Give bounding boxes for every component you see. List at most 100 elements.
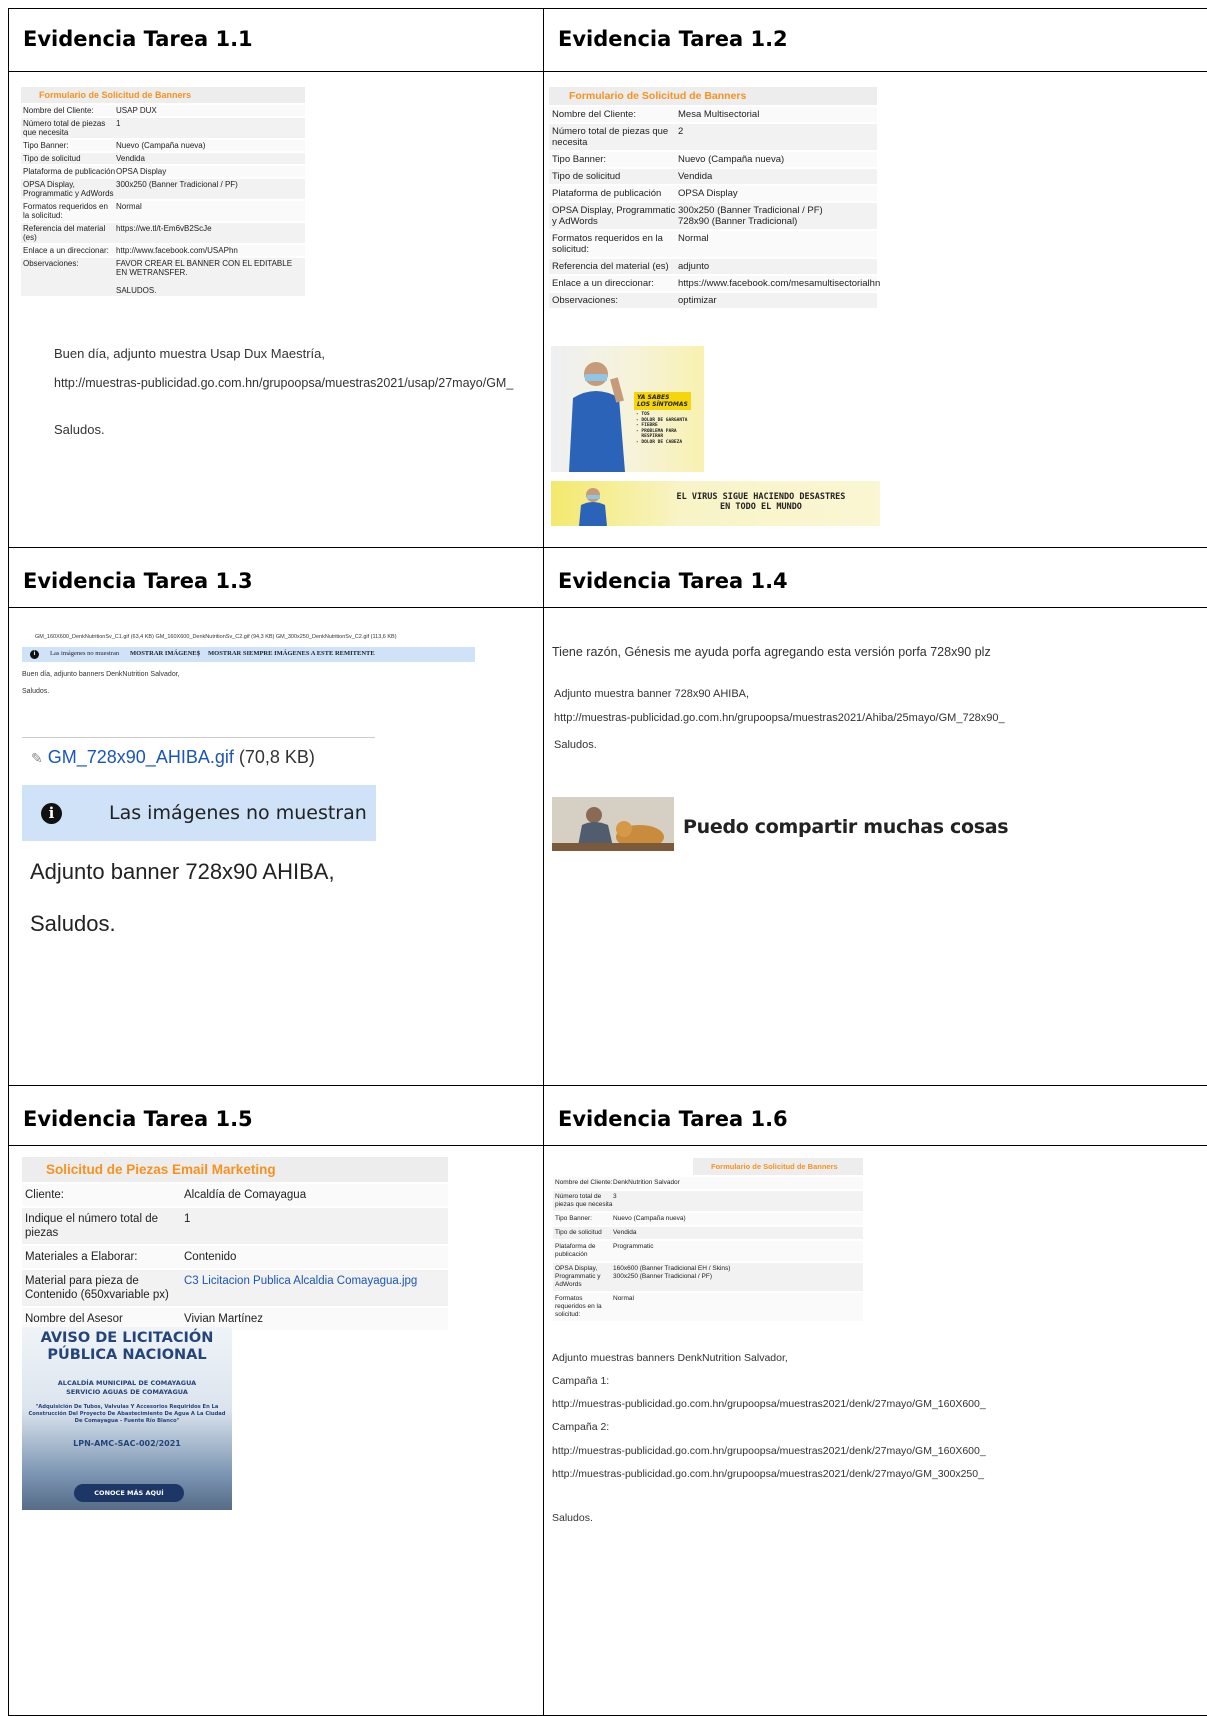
form-field-value: Programmatic <box>613 1243 654 1250</box>
row-divider <box>9 71 1207 72</box>
form-title: Formulario de Solicitud de Banners <box>693 1158 863 1175</box>
banner-text: EL VIRUS SIGUE HACIENDO DESASTRES EN TOD… <box>676 492 846 512</box>
cell-heading: Evidencia Tarea 1.4 <box>558 569 788 593</box>
attachment-link[interactable]: ✎ GM_728x90_AHIBA.gif (70,8 KB) <box>31 747 315 768</box>
form-row: Formatos requeridos en la solicitud: Norm… <box>549 229 877 257</box>
form-field-label: Referencia del material (es) <box>552 261 669 272</box>
form-field-value: optimizar <box>678 295 717 306</box>
form-field-label: Número total de piezas que necesita <box>552 126 669 148</box>
sample-link[interactable]: http://muestras-publicidad.go.com.hn/gru… <box>552 1398 986 1410</box>
images-hidden-bar: i Las imágenes no muestran MOSTRAR IMÁGE… <box>22 647 475 662</box>
form-field-value: Normal <box>116 202 142 211</box>
form-field-label: Enlace a un direccionar: <box>23 246 109 255</box>
form-field-value: Nuevo (Campaña nueva) <box>613 1215 686 1222</box>
form-field-label: Referencia del material (es) <box>23 224 106 242</box>
form-field-value: Contenido <box>184 1251 237 1263</box>
form-row: Plataforma de publicación OPSA Display <box>549 184 877 201</box>
form-field-value: 1 <box>116 119 121 128</box>
form-field-value: https://we.tl/t-Em6vB2ScJe <box>116 224 212 233</box>
form-title: Formulario de Solicitud de Banners <box>549 87 877 105</box>
divider <box>22 737 375 738</box>
form-row: Indique el número total de piezas 1 <box>22 1206 448 1244</box>
reply-text: Tiene razón, Génesis me ayuda porfa agre… <box>552 645 991 659</box>
cell-heading: Evidencia Tarea 1.6 <box>558 1107 788 1131</box>
message-text: Adjunto muestra banner 728x90 AHIBA, <box>554 688 750 700</box>
form-field-value: 160x600 (Banner Tradicional EH / Skins) … <box>613 1265 731 1280</box>
form-row: Plataforma de publicación Programmatic <box>553 1239 863 1261</box>
form-field-label: OPSA Display, Programmatic y AdWords <box>552 205 676 227</box>
closing-text: Saludos. <box>22 688 50 695</box>
conoce-mas-button[interactable]: CONOCE MÁS AQUÍ <box>74 1484 184 1502</box>
form-field-value: Vivian Martínez <box>184 1313 264 1325</box>
closing-text: Saludos. <box>30 911 116 936</box>
heading-cell: Evidencia Tarea 1.5 <box>9 1085 543 1145</box>
form-row: Número total de piezas que necesita 2 <box>549 122 877 150</box>
closing-text: Saludos. <box>552 1512 593 1524</box>
form-field-value: 3 <box>613 1193 617 1200</box>
form-row: Observaciones: FAVOR CREAR EL BANNER CON … <box>21 256 305 296</box>
show-images-link[interactable]: MOSTRAR IMÁGENES <box>130 650 200 657</box>
form-field-value: Normal <box>678 233 709 244</box>
form-row: OPSA Display, Programmatic y AdWords 160x… <box>553 1261 863 1291</box>
form-row: Tipo de solicitud Vendida <box>553 1225 863 1239</box>
form-title: Formulario de Solicitud de Banners <box>21 87 305 103</box>
message-text: Buen día, adjunto muestra Usap Dux Maest… <box>54 346 325 361</box>
banner-request-form: Formulario de Solicitud de Banners Nombr… <box>549 87 880 308</box>
cell-heading: Evidencia Tarea 1.5 <box>23 1107 253 1131</box>
dog-banner-image <box>552 797 674 851</box>
form-field-value: DenkNutrition Salvador <box>613 1179 680 1186</box>
form-title: Solicitud de Piezas Email Marketing <box>22 1157 448 1182</box>
attachment-name: GM_728x90_AHIBA.gif <box>47 747 234 767</box>
form-field-label: Formatos requeridos en la solicitud: <box>552 233 663 255</box>
form-field-value: Nuevo (Campaña nueva) <box>116 141 206 150</box>
poster-body: "Adquisición De Tubos, Valvulas Y Acceso… <box>28 1404 226 1424</box>
form-field-label: Materiales a Elaborar: <box>25 1251 138 1263</box>
covid-banner-728x90: EL VIRUS SIGUE HACIENDO DESASTRES EN TOD… <box>551 481 880 526</box>
form-field-label: Nombre del Cliente: <box>23 106 94 115</box>
form-row: OPSA Display, Programmatic y AdWords 300x… <box>21 177 305 199</box>
poster-subtitle: ALCALDÍA MUNICIPAL DE COMAYAGUA SERVICIO… <box>57 1379 197 1396</box>
form-field-value: C3 Licitacion Publica Alcaldia Comayagua… <box>184 1275 418 1287</box>
cell-heading: Evidencia Tarea 1.1 <box>23 27 253 51</box>
message-text: Adjunto banner 728x90 AHIBA, <box>30 859 335 884</box>
form-row: Tipo Banner: Nuevo (Campaña nueva) <box>21 138 305 151</box>
form-field-label: Tipo de solicitud <box>552 171 621 182</box>
symptoms-list: - TOS - DOLOR DE GARGANTA - FIEBRE - PRO… <box>636 412 688 445</box>
info-icon: i <box>30 650 39 659</box>
form-field-value: Normal <box>613 1295 634 1302</box>
form-row: OPSA Display, Programmatic y AdWords 300x… <box>549 201 877 229</box>
always-show-images-link[interactable]: MOSTRAR SIEMPRE IMÁGENES A ESTE REMITENT… <box>208 650 375 657</box>
sample-link[interactable]: http://muestras-publicidad.go.com.hn/gru… <box>552 1468 984 1480</box>
bar-separator: | <box>198 650 200 657</box>
form-row: Materiales a Elaborar: Contenido <box>22 1244 448 1268</box>
attachments-line[interactable]: GM_160X600_DenkNutritionSv_C1.gif (63,4 … <box>35 634 397 640</box>
form-field-label: Indique el número total de piezas <box>25 1213 158 1239</box>
form-field-value: Nuevo (Campaña nueva) <box>678 154 785 165</box>
form-row: Formatos requeridos en la solicitud: Norm… <box>553 1291 863 1321</box>
attachment-size: (70,8 KB) <box>238 747 315 767</box>
heading-cell: Evidencia Tarea 1.3 <box>9 547 543 607</box>
form-field-value: 300x250 (Banner Tradicional / PF) <box>116 180 238 189</box>
form-field-value: 2 <box>678 126 684 137</box>
form-field-label: Tipo de solicitud <box>23 154 81 163</box>
form-row: Plataforma de publicación OPSA Display <box>21 164 305 177</box>
sample-link[interactable]: http://muestras-publicidad.go.com.hn/gru… <box>54 376 513 390</box>
form-field-label: Cliente: <box>25 1189 64 1201</box>
bar-text: Las imágenes no muestran <box>109 802 367 824</box>
heading-cell: Evidencia Tarea 1.2 <box>544 9 1207 71</box>
form-row: Nombre del Cliente: Mesa Multisectorial <box>549 105 877 122</box>
poster-title: AVISO DE LICITACIÓN PÚBLICA NACIONAL <box>40 1330 214 1363</box>
message-text: Buen día, adjunto banners DenkNutrition … <box>22 671 180 678</box>
form-field-label: Nombre del Asesor <box>25 1313 123 1325</box>
campaign-label: Campaña 1: <box>552 1375 610 1387</box>
form-field-label: Nombre del Cliente: <box>552 109 636 120</box>
row-divider <box>9 607 1207 608</box>
covid-banner-300x250: YA SABES LOS SÍNTOMAS - TOS - DOLOR DE G… <box>551 346 704 472</box>
man-with-mask-illustration <box>579 488 607 526</box>
form-row: Tipo de solicitud Vendida <box>549 167 877 184</box>
form-field-label: OPSA Display, Programmatic y AdWords <box>555 1265 601 1288</box>
sample-link[interactable]: http://muestras-publicidad.go.com.hn/gru… <box>552 1445 986 1457</box>
row-divider <box>9 1145 1207 1146</box>
form-field-label: Enlace a un direccionar: <box>552 278 654 289</box>
sample-link[interactable]: http://muestras-publicidad.go.com.hn/gru… <box>554 712 1005 724</box>
